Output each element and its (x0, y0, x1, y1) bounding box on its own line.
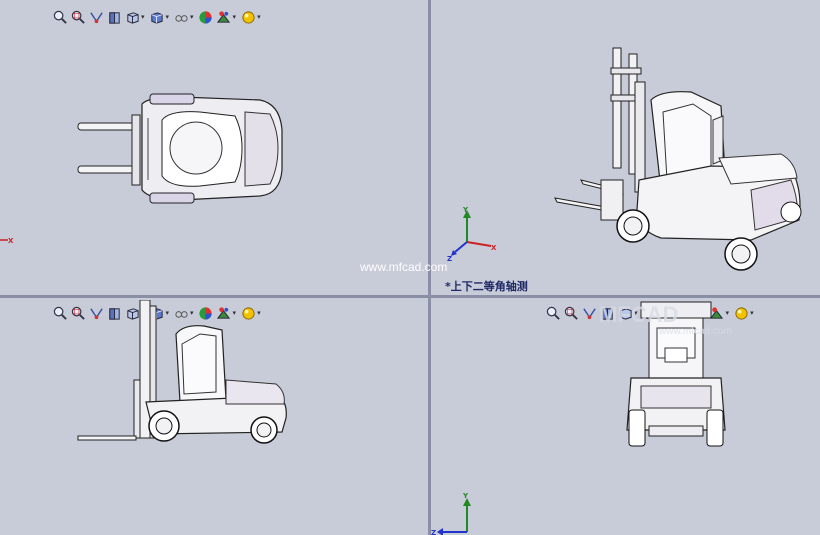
apply-scene-icon[interactable] (216, 9, 232, 25)
previous-view-icon[interactable] (88, 9, 104, 25)
display-style-icon[interactable] (149, 9, 165, 25)
axis-z-label: Z (447, 255, 452, 262)
viewport-bottom-left[interactable]: ▾ ▾ ▾ ▾ ▾ (0, 298, 428, 535)
axis-x-label: X (8, 237, 14, 245)
zoom-to-fit-icon[interactable] (52, 305, 68, 321)
axis-triad: Y X Z (447, 206, 497, 262)
axis-triad: X (0, 237, 14, 245)
viewport-top-right[interactable]: Y X Z *上下二等角轴测 (431, 0, 820, 295)
hide-show-items-icon[interactable] (173, 9, 189, 25)
axis-y-label: Y (462, 206, 469, 214)
viewport-top-left[interactable]: ▾ ▾ ▾ ▾ ▾ X (0, 0, 428, 295)
horizontal-splitter[interactable] (0, 295, 820, 298)
edit-appearance-icon[interactable] (198, 9, 214, 25)
axis-x-label: X (491, 244, 497, 252)
watermark-text: www.mfcad.com (360, 260, 448, 274)
section-view-icon[interactable] (106, 9, 122, 25)
watermark-logo: MFCAD (599, 302, 679, 327)
view-settings-icon[interactable] (240, 9, 256, 25)
view-name-label: *上下二等角轴测 (445, 280, 528, 293)
watermark-logo-sub: www.mfcad.com (659, 326, 732, 337)
view-orientation-icon[interactable] (124, 9, 140, 25)
zoom-to-area-icon[interactable] (70, 9, 86, 25)
axis-triad: Y Z (431, 492, 471, 535)
axis-y-label: Y (462, 492, 469, 500)
forklift-top-view (77, 93, 283, 204)
zoom-to-fit-icon[interactable] (545, 305, 561, 321)
view-toolbar: ▾ ▾ ▾ ▾ ▾ (52, 8, 263, 26)
view-settings-icon[interactable] (733, 305, 749, 321)
viewport-bottom-right[interactable]: ▾ ▾ ▾ ▾ ▾ Y Z MFCAD www.mfcad.com (431, 298, 820, 535)
previous-view-icon[interactable] (581, 305, 597, 321)
forklift-side-view (77, 300, 287, 444)
zoom-to-fit-icon[interactable] (52, 9, 68, 25)
axis-z-label: Z (431, 529, 436, 535)
forklift-isometric-view (554, 47, 802, 271)
zoom-to-area-icon[interactable] (563, 305, 579, 321)
